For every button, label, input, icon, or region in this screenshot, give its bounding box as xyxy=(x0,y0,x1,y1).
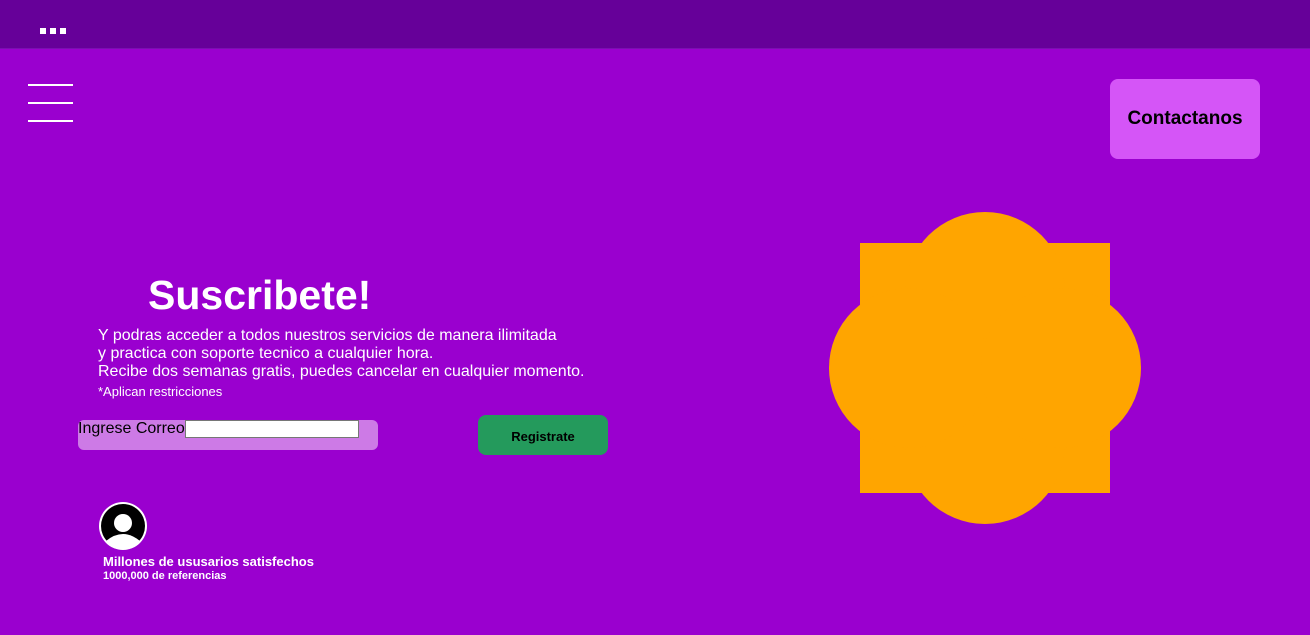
decorative-star-shape xyxy=(829,212,1141,524)
hamburger-menu-icon[interactable] xyxy=(28,84,73,122)
hero-description-line: y practica con soporte tecnico a cualqui… xyxy=(98,345,434,362)
contact-button[interactable]: Contactanos xyxy=(1110,79,1260,159)
hero-description: Y podras acceder a todos nuestros servic… xyxy=(98,327,585,381)
page-title: Suscribete! xyxy=(148,272,372,318)
social-proof-subtitle: 1000,000 de referencias xyxy=(103,570,227,582)
social-proof-title: Millones de ususarios satisfechos xyxy=(103,554,314,569)
top-bar xyxy=(0,0,1310,49)
email-field[interactable] xyxy=(185,420,359,438)
restrictions-note: *Aplican restricciones xyxy=(98,384,223,399)
user-avatar-icon xyxy=(98,501,148,551)
hero-description-line: Y podras acceder a todos nuestros servic… xyxy=(98,327,557,344)
more-dots-icon[interactable] xyxy=(40,28,66,34)
register-button[interactable]: Registrate xyxy=(478,415,608,455)
hero-description-line: Recibe dos semanas gratis, puedes cancel… xyxy=(98,363,585,380)
email-label: Ingrese Correo xyxy=(78,420,185,437)
email-form: Ingrese Correo xyxy=(78,420,378,450)
